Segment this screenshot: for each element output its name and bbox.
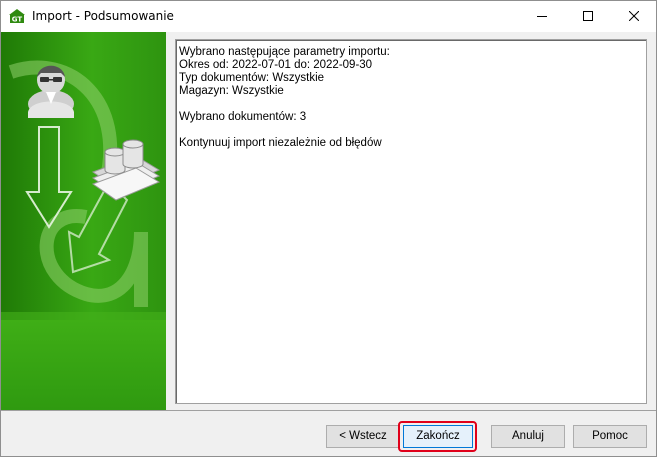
close-icon	[629, 11, 639, 21]
help-button[interactable]: Pomoc	[573, 425, 647, 448]
maximize-button[interactable]	[565, 1, 611, 32]
summary-line-doc-count: Wybrano dokumentów: 3	[179, 111, 307, 123]
summary-line-continue: Kontynuuj import niezależnie od błędów	[179, 137, 382, 149]
import-summary-window: GT Import - Podsumowanie Wybrano następu…	[0, 0, 657, 457]
summary-line-header: Wybrano następujące parametry importu:	[179, 46, 390, 58]
maximize-icon	[583, 11, 593, 21]
footer-separator	[1, 410, 656, 411]
summary-line-period: Okres od: 2022-07-01 do: 2022-09-30	[179, 59, 373, 71]
cancel-button[interactable]: Anuluj	[491, 425, 565, 448]
minimize-button[interactable]	[519, 1, 565, 32]
wizard-side-image	[1, 32, 166, 410]
summary-text-area[interactable]: Wybrano następujące parametry importu: O…	[175, 39, 647, 404]
svg-text:GT: GT	[12, 16, 23, 24]
title-bar: GT Import - Podsumowanie	[1, 1, 656, 32]
back-button[interactable]: < Wstecz	[326, 425, 400, 448]
finish-button[interactable]: Zakończ	[403, 425, 473, 448]
window-title: Import - Podsumowanie	[32, 9, 174, 23]
summary-line-doc-type: Typ dokumentów: Wszystkie	[179, 72, 325, 84]
summary-line-warehouse: Magazyn: Wszystkie	[179, 85, 284, 97]
gt-app-icon: GT	[9, 9, 25, 24]
minimize-icon	[537, 16, 547, 17]
dialog-client-area: Wybrano następujące parametry importu: O…	[1, 32, 656, 456]
close-button[interactable]	[611, 1, 657, 32]
